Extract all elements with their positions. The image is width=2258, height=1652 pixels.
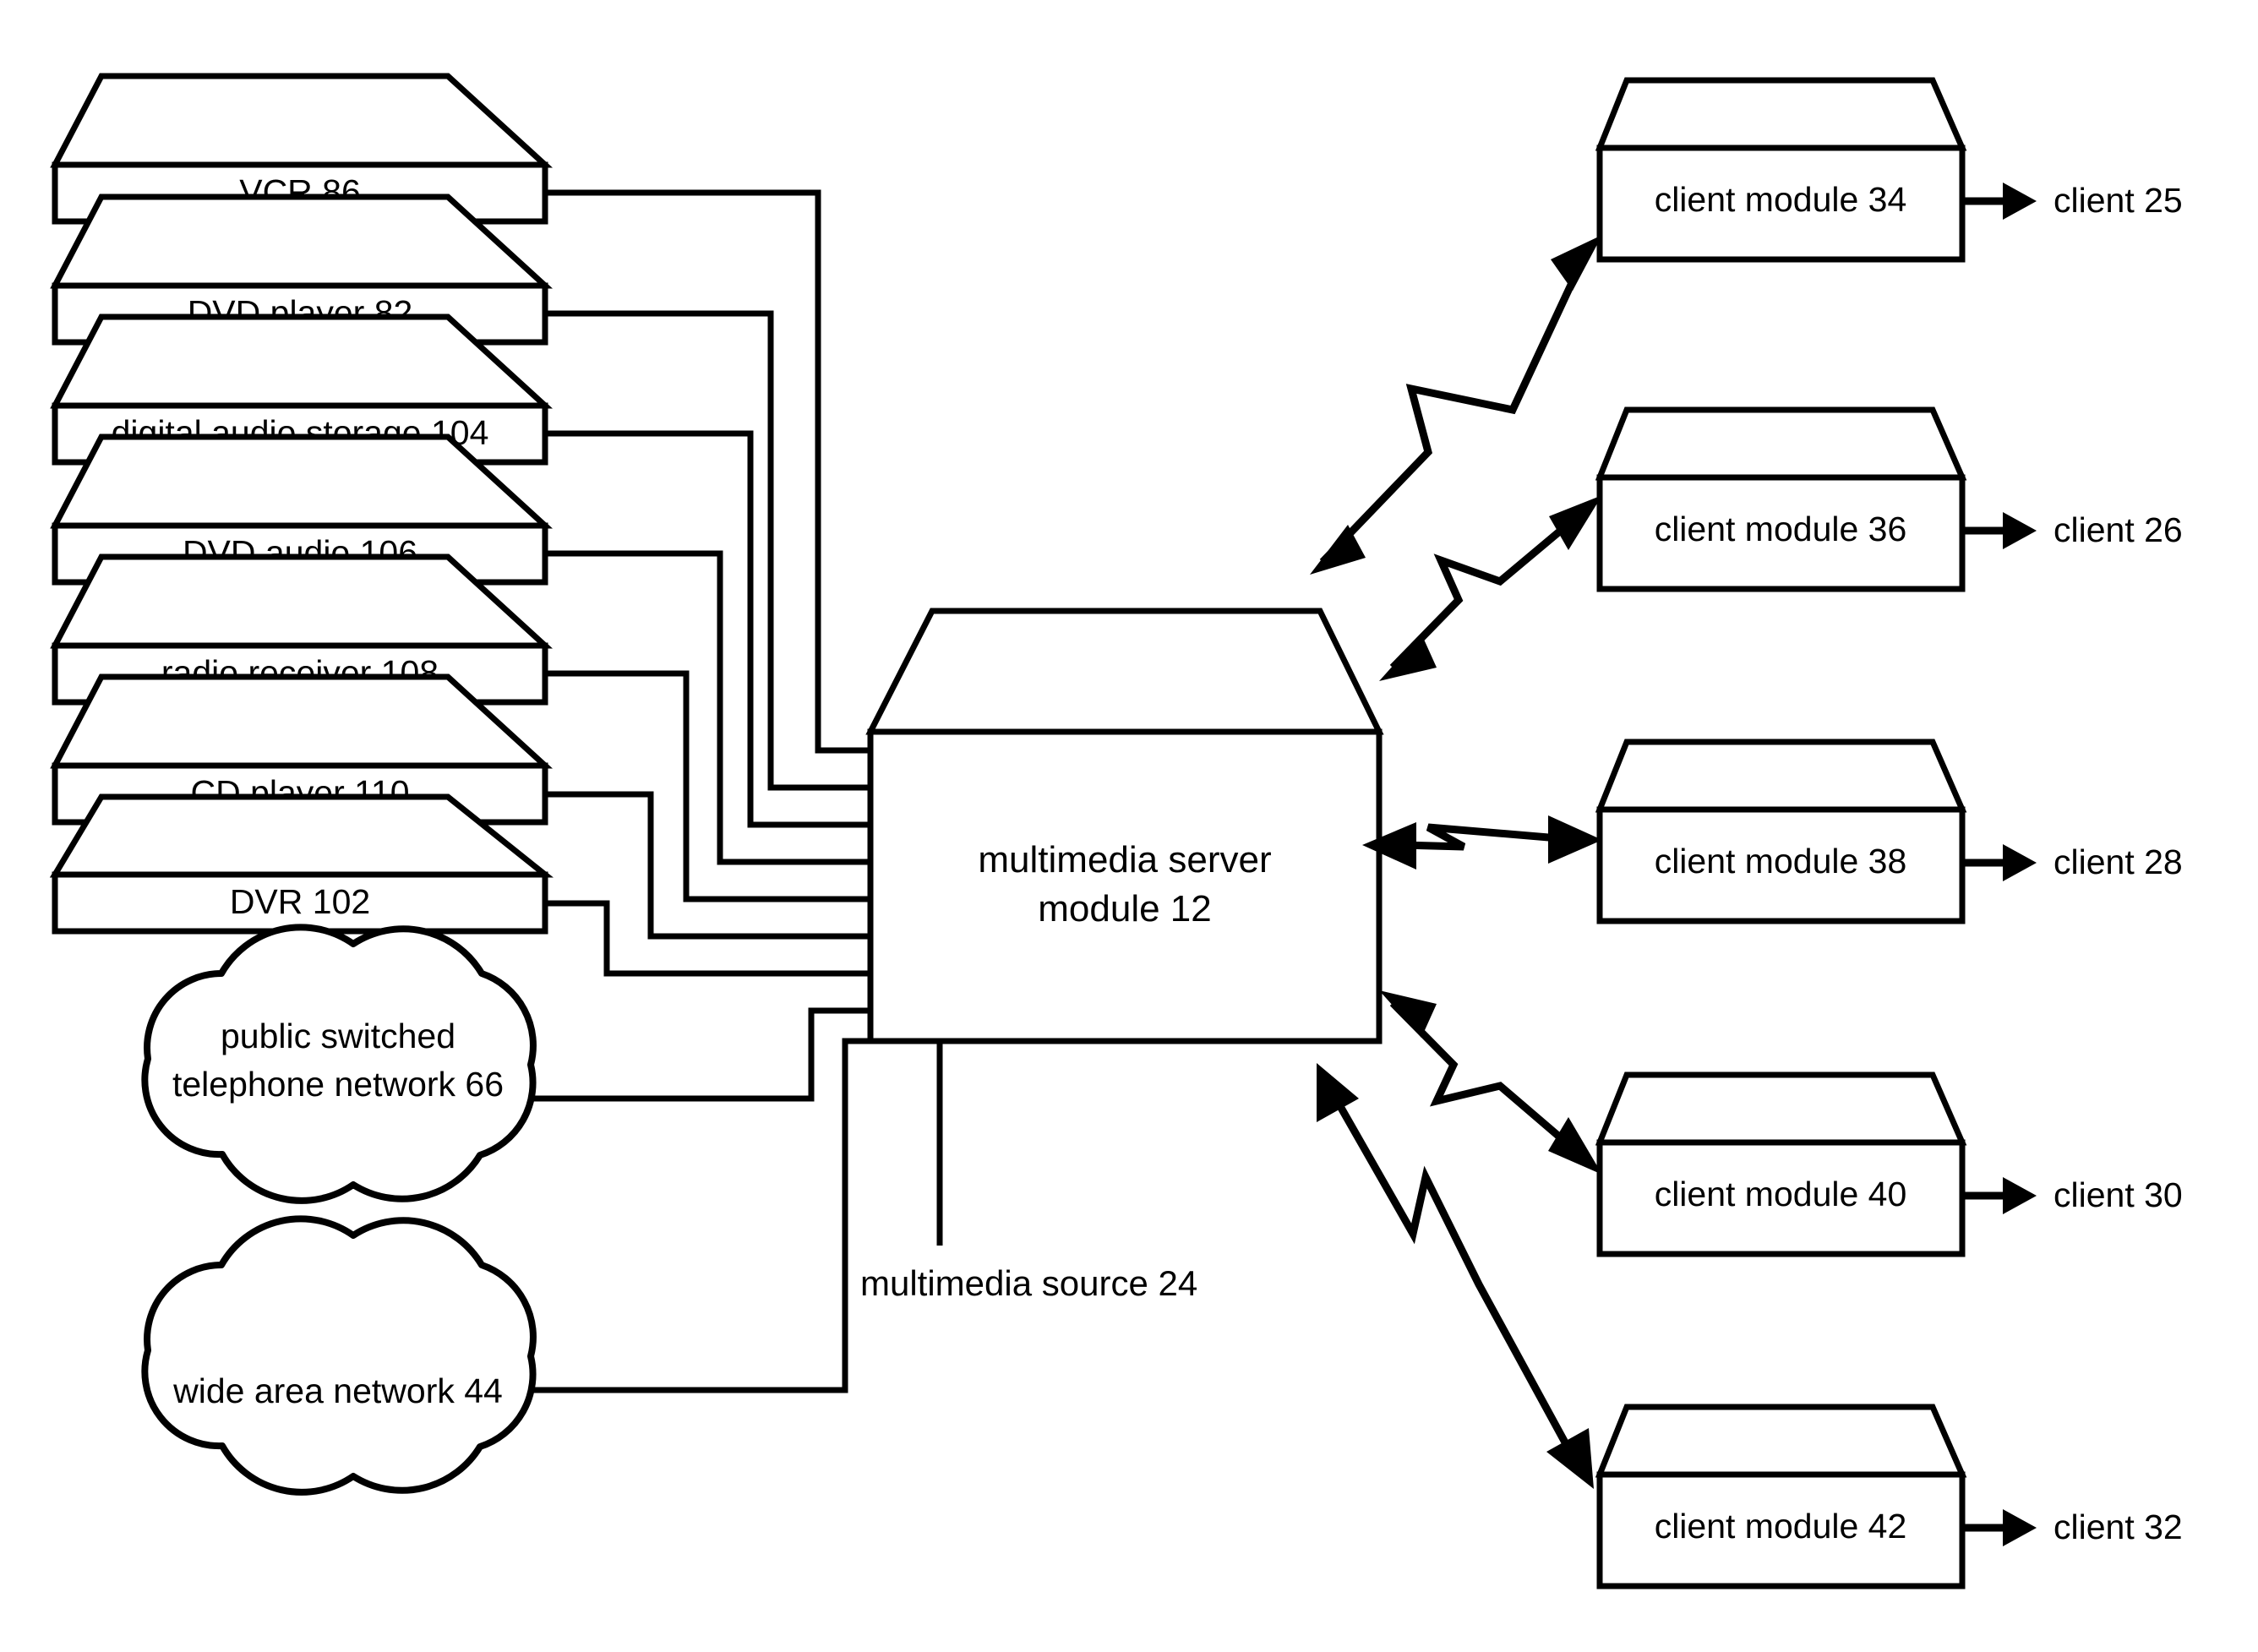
client-name-label: client 28 bbox=[2053, 842, 2183, 881]
client-out-arrow-38 bbox=[1962, 844, 2037, 881]
arrowhead-right bbox=[1548, 815, 1602, 864]
cloud-label-line1: public switched bbox=[221, 1017, 455, 1055]
client-module-label: client module 36 bbox=[1655, 510, 1907, 548]
wire-wan bbox=[530, 1038, 870, 1393]
client-out-arrow-34 bbox=[1962, 183, 2037, 220]
server-box[interactable]: multimedia server module 12 bbox=[865, 608, 1384, 1044]
client-module-label: client module 34 bbox=[1655, 180, 1907, 219]
multimedia-source-callout: multimedia source 24 bbox=[860, 1041, 1197, 1303]
arrowhead bbox=[2003, 844, 2037, 881]
client-top-face bbox=[1595, 406, 1967, 481]
device-top-face bbox=[50, 73, 554, 168]
cloud-pstn[interactable]: public switched telephone network 66 bbox=[141, 924, 537, 1204]
arrowhead-lower bbox=[1379, 634, 1437, 681]
client-name-label: client 30 bbox=[2053, 1175, 2183, 1214]
client-name-label: client 25 bbox=[2053, 181, 2183, 220]
arrowhead-lower bbox=[1310, 525, 1366, 575]
arrowhead-upper bbox=[1551, 235, 1602, 291]
wireless-arrow-shaft bbox=[1319, 245, 1593, 565]
cloud-wan[interactable]: wide area network 44 bbox=[141, 1215, 537, 1496]
wire-dvd-audio bbox=[545, 550, 870, 865]
client-module-box-40[interactable]: client module 40 client 30 bbox=[1595, 1071, 2183, 1257]
client-module-box-36[interactable]: client module 36 client 26 bbox=[1595, 406, 2183, 592]
arrowhead-upper bbox=[1549, 495, 1602, 550]
client-module-box-42[interactable]: client module 42 client 32 bbox=[1595, 1404, 2183, 1589]
wireless-link-client-36 bbox=[1379, 495, 1602, 681]
diagram-svg: VCR 86 DVD player 82 digital audio stora… bbox=[49, 73, 2183, 1589]
arrowhead bbox=[2003, 512, 2037, 549]
source-wiring bbox=[530, 189, 870, 1393]
cloud-outline bbox=[141, 1215, 537, 1496]
client-top-face bbox=[1595, 739, 1967, 813]
wire-vcr bbox=[545, 189, 870, 754]
wire-cd-player bbox=[545, 791, 870, 940]
server-label-line2: module 12 bbox=[1038, 888, 1211, 930]
client-module-label: client module 40 bbox=[1655, 1175, 1907, 1213]
client-module-label: client module 42 bbox=[1655, 1507, 1907, 1546]
arrowhead-lower bbox=[1546, 1428, 1594, 1489]
arrowhead-lower bbox=[1548, 1117, 1602, 1175]
device-box-dvr[interactable]: DVR 102 bbox=[49, 793, 554, 935]
client-top-face bbox=[1595, 1404, 1967, 1478]
server-label-line1: multimedia server bbox=[978, 839, 1271, 881]
client-top-face bbox=[1595, 1071, 1967, 1146]
server-top-face bbox=[865, 608, 1384, 735]
client-module-box-38[interactable]: client module 38 client 28 bbox=[1595, 739, 2183, 924]
wireless-arrow-shaft bbox=[1328, 1088, 1574, 1454]
wireless-link-client-40 bbox=[1379, 990, 1602, 1175]
client-out-arrow-42 bbox=[1962, 1509, 2037, 1546]
client-out-arrow-36 bbox=[1962, 512, 2037, 549]
arrowhead-upper bbox=[1317, 1063, 1359, 1122]
multimedia-source-label: multimedia source 24 bbox=[860, 1263, 1197, 1303]
arrowhead bbox=[2003, 183, 2037, 220]
arrowhead bbox=[2003, 1509, 2037, 1546]
patent-diagram-canvas: VCR 86 DVD player 82 digital audio stora… bbox=[0, 0, 2258, 1652]
wireless-link-client-38 bbox=[1362, 815, 1602, 870]
cloud-label-line1: wide area network 44 bbox=[172, 1371, 503, 1410]
server-front-face bbox=[867, 728, 1383, 1044]
client-module-box-34[interactable]: client module 34 client 25 bbox=[1595, 77, 2183, 263]
wire-pstn bbox=[530, 1007, 870, 1102]
arrowhead bbox=[2003, 1177, 2037, 1214]
cloud-label-line2: telephone network 66 bbox=[172, 1065, 504, 1104]
client-module-label: client module 38 bbox=[1655, 842, 1907, 881]
client-top-face bbox=[1595, 77, 1967, 151]
client-out-arrow-40 bbox=[1962, 1177, 2037, 1214]
client-name-label: client 32 bbox=[2053, 1508, 2183, 1546]
arrowhead-upper bbox=[1379, 990, 1437, 1038]
wire-digital-audio-storage bbox=[545, 430, 870, 828]
client-name-label: client 26 bbox=[2053, 510, 2183, 549]
device-label: DVR 102 bbox=[230, 882, 370, 921]
